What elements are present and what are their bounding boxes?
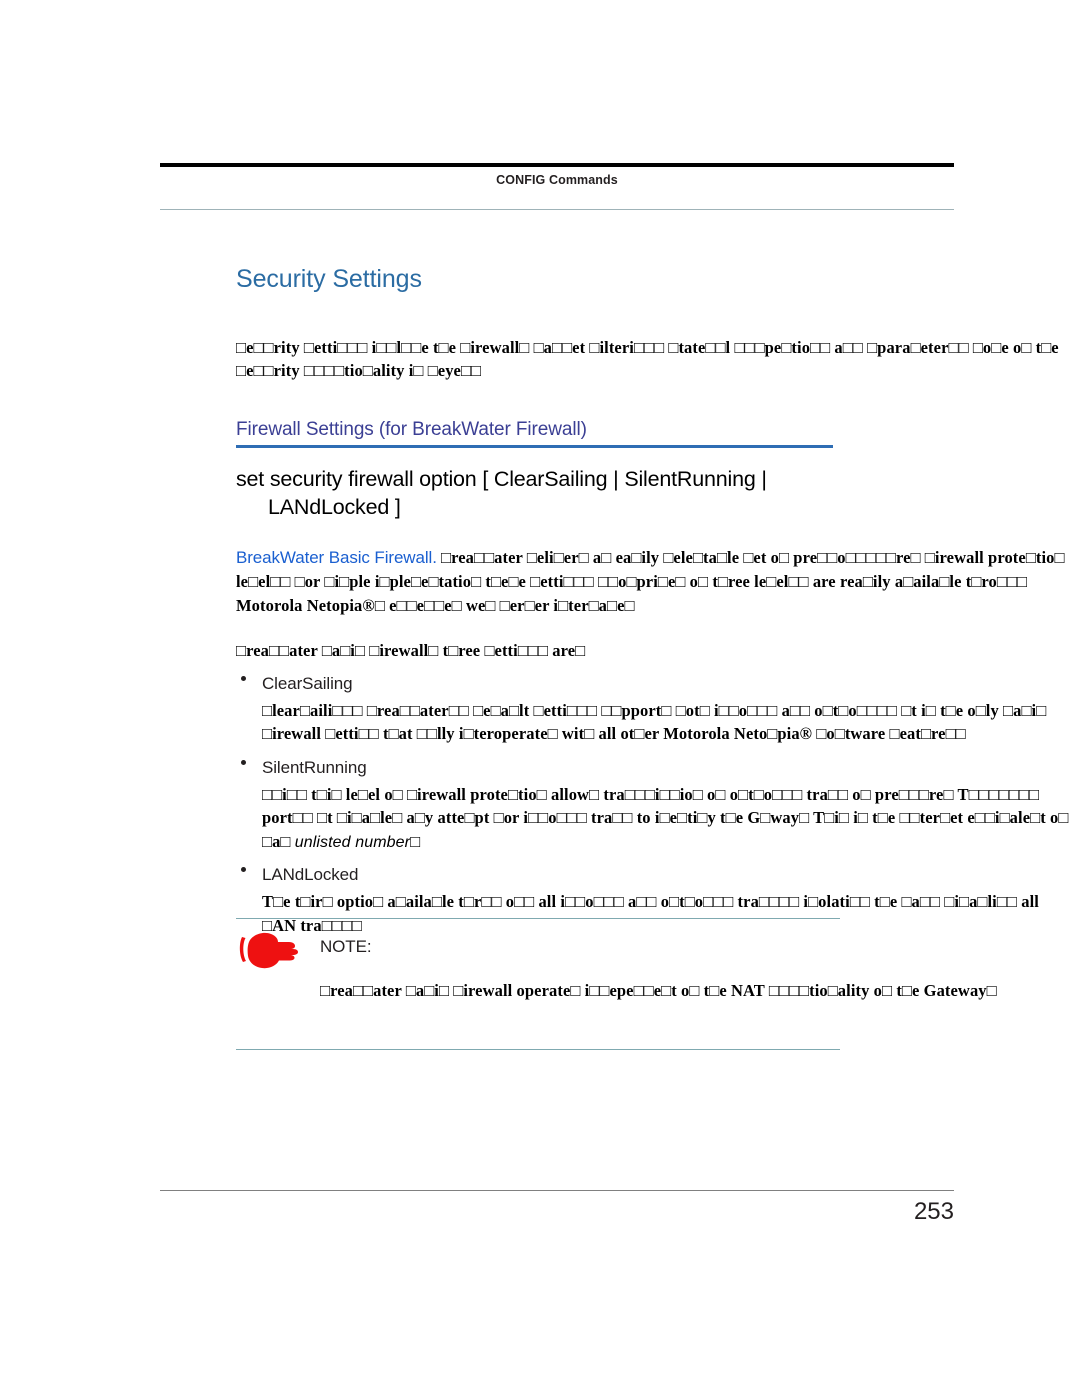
option-name: ClearSailing [262,673,353,693]
content-column: Security Settings □e□□rity □etti□□□ i□□l… [236,265,1068,939]
note-callout: NOTE: □rea□□ater □a□i□ □irewall operate□… [236,918,997,1050]
list-item: SilentRunning □□i□□ t□i□ le□el o□ □irewa… [236,747,1068,855]
option-description: □lear□aili□□□ □rea□□ater□□ □e□a□lt □etti… [262,694,1077,747]
command-syntax-line2: LANdLocked ] [268,495,401,520]
page-title: Security Settings [236,265,422,293]
list-item: ClearSailing □lear□aili□□□ □rea□□ater□□ … [236,663,1046,747]
bullet-icon [241,759,246,765]
bullet-icon [241,867,246,873]
option-description: □□i□□ t□i□ le□el o□ □irewall prote□tio□ … [262,778,1077,855]
page-number: 253 [913,1198,954,1225]
running-head: CONFIG Commands [496,173,618,187]
note-label: NOTE: [320,937,372,956]
bullet-icon [241,675,246,681]
runin-label: BreakWater Basic Firewall. [236,548,437,568]
option-description-italic: unlisted number [294,833,411,851]
command-syntax-line1: set security firewall option [ ClearSail… [236,467,767,492]
header-bottom-rule [160,209,954,210]
command-syntax: set security firewall option [ ClearSail… [236,448,1036,522]
intro-paragraph: □e□□rity □etti□□□ i□□l□□e t□e □irewall□ … [236,337,1059,380]
option-name: LANdLocked [262,865,359,885]
options-list: ClearSailing □lear□aili□□□ □rea□□ater□□ … [236,663,1068,939]
subsection-title: Firewall Settings (for BreakWater Firewa… [236,419,587,441]
option-description-tail: □ [410,831,421,851]
header-top-rule [160,163,954,167]
note-text: □rea□□ater □a□i□ □irewall operate□ i□□ep… [320,981,997,1000]
pointing-hand-icon [239,932,298,969]
note-bottom-rule [236,1049,840,1050]
document-page: CONFIG Commands Security Settings □e□□ri… [0,0,1080,1397]
lead-paragraph: □rea□□ater □a□i□ □irewall□ t□ree □etti□□… [236,641,586,661]
runin-paragraph: BreakWater Basic Firewall. □rea□□ater □e… [236,522,1076,617]
footer-rule [160,1190,954,1191]
option-description-text: □lear□aili□□□ □rea□□ater□□ □e□a□lt □etti… [262,700,1047,744]
note-body: NOTE: □rea□□ater □a□i□ □irewall operate□… [236,919,997,1049]
option-name: SilentRunning [262,757,367,777]
